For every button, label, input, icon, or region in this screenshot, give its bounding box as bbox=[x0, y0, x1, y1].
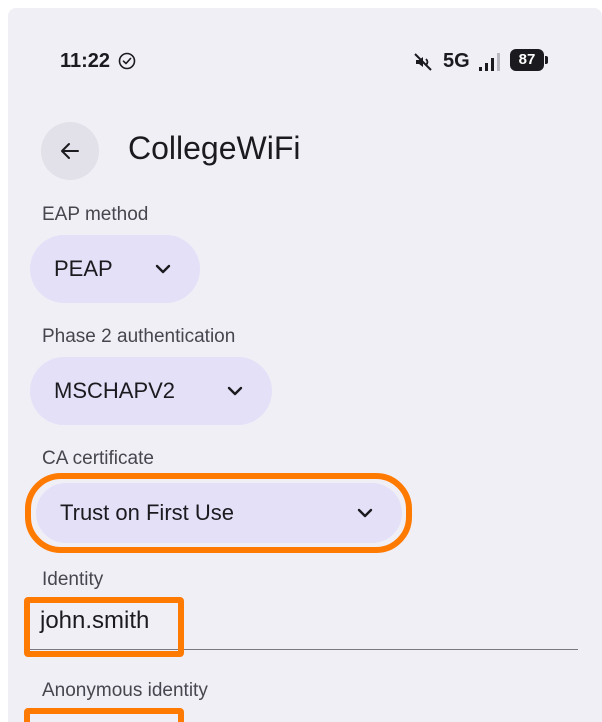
identity-label: Identity bbox=[42, 569, 104, 590]
signal-icon bbox=[479, 53, 500, 71]
chevron-down-icon bbox=[227, 386, 243, 396]
identity-value: john.smith bbox=[40, 607, 150, 634]
phase2-label: Phase 2 authentication bbox=[42, 326, 236, 347]
battery-tip bbox=[545, 56, 548, 64]
page-title: CollegeWiFi bbox=[128, 130, 301, 166]
ca-certificate-label: CA certificate bbox=[42, 448, 154, 469]
status-time: 11:22 bbox=[60, 50, 111, 72]
eap-method-dropdown[interactable]: PEAP bbox=[30, 235, 200, 303]
ca-certificate-dropdown[interactable]: Trust on First Use bbox=[36, 483, 402, 543]
check-circle-icon bbox=[118, 52, 136, 70]
eap-method-value: PEAP bbox=[54, 256, 113, 281]
mute-icon bbox=[414, 53, 432, 71]
chevron-down-icon bbox=[357, 508, 373, 518]
anonymous-identity-label: Anonymous identity bbox=[42, 680, 208, 701]
identity-input[interactable]: john.smith bbox=[30, 597, 578, 650]
battery-icon: 87 bbox=[510, 49, 544, 71]
ca-certificate-value: Trust on First Use bbox=[60, 500, 234, 525]
wifi-config-screen: 11:22 5G 87 CollegeWiFi EAP method PEAP bbox=[8, 8, 602, 722]
anonymous-identity-highlight bbox=[24, 708, 184, 722]
arrow-back-icon bbox=[61, 143, 79, 159]
eap-method-label: EAP method bbox=[42, 204, 149, 225]
phase2-value: MSCHAPV2 bbox=[54, 378, 176, 403]
status-bar: 11:22 5G 87 bbox=[8, 8, 602, 108]
phase2-dropdown[interactable]: MSCHAPV2 bbox=[30, 357, 272, 425]
back-button[interactable] bbox=[41, 122, 99, 180]
chevron-down-icon bbox=[155, 264, 171, 274]
network-type-label: 5G bbox=[443, 50, 470, 72]
